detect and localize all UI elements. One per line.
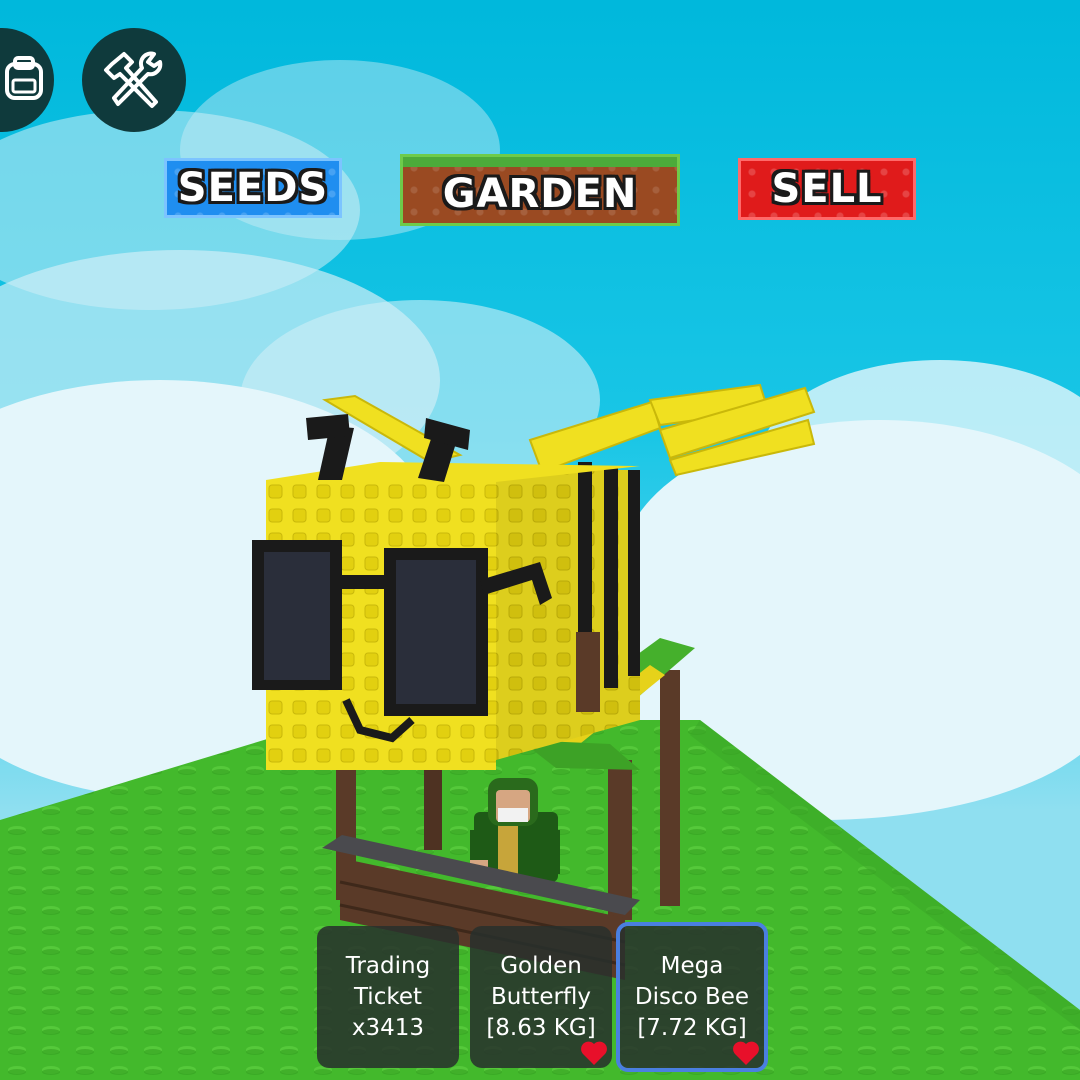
stand-post <box>424 745 442 850</box>
slot-name-line: Golden <box>500 952 582 979</box>
seeds-button-label: SEEDS <box>177 165 329 211</box>
slot-name-line: Butterfly <box>490 983 592 1010</box>
garden-button-label: GARDEN <box>442 171 638 217</box>
garden-button[interactable]: GARDEN <box>400 154 680 226</box>
stand-counter-top <box>322 835 640 915</box>
tools-button[interactable] <box>82 28 186 132</box>
slot-name-line: Disco Bee <box>634 983 750 1010</box>
heart-icon <box>733 1041 759 1065</box>
sell-button[interactable]: SELL <box>738 158 916 220</box>
sell-button-label: SELL <box>771 166 883 212</box>
slot-name-line: Trading <box>345 952 431 979</box>
seeds-button[interactable]: SEEDS <box>164 158 342 218</box>
slot-quantity: x3413 <box>351 1014 425 1041</box>
slot-weight: [8.63 KG] <box>486 1014 596 1041</box>
hammer-wrench-icon <box>104 51 163 108</box>
sky-cloud <box>520 560 1080 820</box>
heart-icon <box>581 1041 607 1065</box>
backpack-button[interactable] <box>0 28 54 132</box>
backpack-icon <box>5 56 43 100</box>
hotbar-slot-trading-ticket[interactable]: Trading Ticket x3413 <box>317 926 459 1068</box>
slot-name-line: Mega <box>660 952 724 979</box>
slot-name-line: Ticket <box>353 983 423 1010</box>
hotbar-slot-mega-disco-bee[interactable]: Mega Disco Bee [7.72 KG] <box>616 922 768 1072</box>
slot-weight: [7.72 KG] <box>637 1014 747 1041</box>
shopkeeper-npc <box>470 778 560 882</box>
game-viewport[interactable]: SEEDS GARDEN SELL Trading Ticket x3413 G… <box>0 0 1080 1080</box>
hotbar-slot-golden-butterfly[interactable]: Golden Butterfly [8.63 KG] <box>470 926 612 1068</box>
bee-wing <box>648 383 770 427</box>
